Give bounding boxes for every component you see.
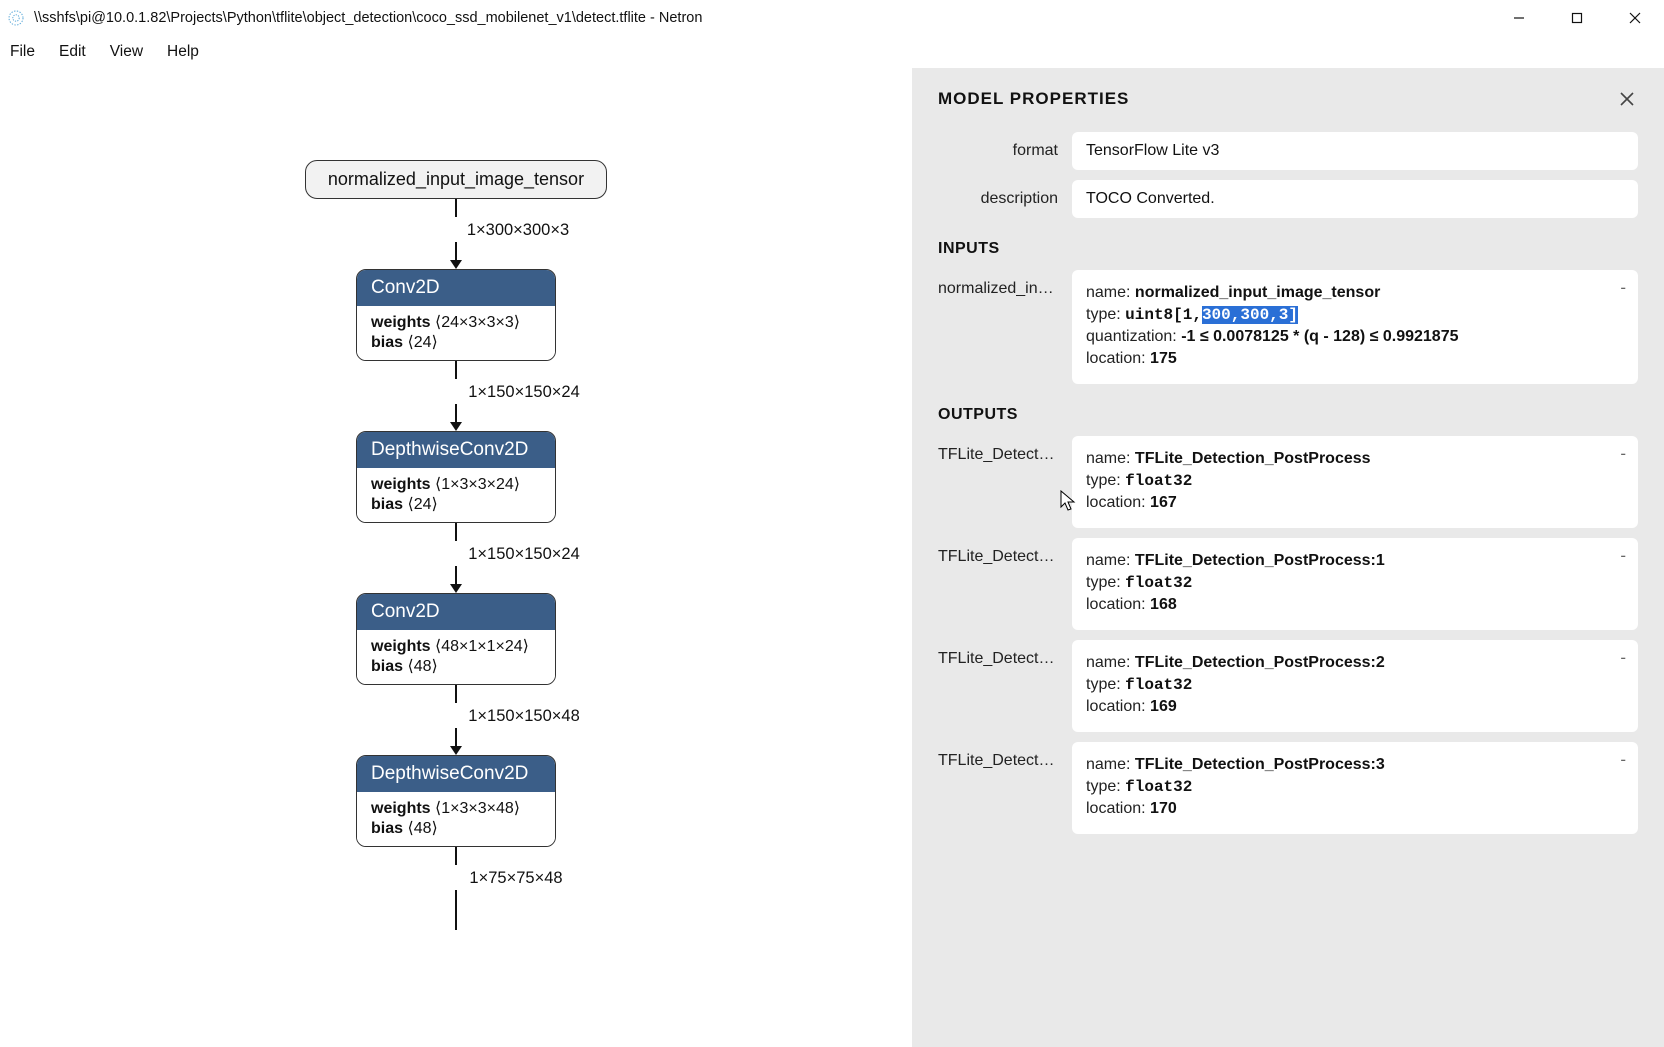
prop-row-description: description TOCO Converted. <box>938 180 1638 218</box>
tensor-label: TFLite_Detection_... <box>938 742 1072 770</box>
collapse-icon[interactable]: - <box>1620 278 1626 298</box>
section-outputs: OUTPUTS <box>938 406 1638 424</box>
collapse-icon[interactable]: - <box>1620 750 1626 770</box>
graph-edge: 1×150×150×24 <box>400 523 512 593</box>
tensor-detail[interactable]: - name: TFLite_Detection_PostProcess:3 t… <box>1072 742 1638 834</box>
graph-edge: 1×75×75×48 <box>409 847 502 930</box>
tensor-row-output: TFLite_Detection_... - name: TFLite_Dete… <box>938 742 1638 834</box>
section-inputs: INPUTS <box>938 240 1638 258</box>
app-icon <box>6 8 26 28</box>
panel-close-button[interactable] <box>1616 88 1638 110</box>
graph-op-node[interactable]: Conv2D weights ⟨24×3×3×3⟩ bias ⟨24⟩ <box>356 269 556 361</box>
window-title: \\sshfs\pi@10.0.1.82\Projects\Python\tfl… <box>34 10 702 26</box>
graph-canvas[interactable]: normalized_input_image_tensor 1×300×300×… <box>0 68 912 1047</box>
graph-op-node[interactable]: Conv2D weights ⟨48×1×1×24⟩ bias ⟨48⟩ <box>356 593 556 685</box>
collapse-icon[interactable]: - <box>1620 444 1626 464</box>
properties-panel: MODEL PROPERTIES format TensorFlow Lite … <box>912 68 1664 1047</box>
edge-label: 1×75×75×48 <box>469 869 562 887</box>
prop-label: description <box>938 180 1072 208</box>
graph-op-node[interactable]: DepthwiseConv2D weights ⟨1×3×3×48⟩ bias … <box>356 755 556 847</box>
prop-label: format <box>938 132 1072 160</box>
op-title: DepthwiseConv2D <box>357 432 555 468</box>
tensor-label: TFLite_Detection_... <box>938 436 1072 464</box>
tensor-row-output: TFLite_Detection_... - name: TFLite_Dete… <box>938 538 1638 630</box>
op-title: Conv2D <box>357 270 555 306</box>
tensor-detail[interactable]: - name: TFLite_Detection_PostProcess:1 t… <box>1072 538 1638 630</box>
tensor-row-output: TFLite_Detection_... - name: TFLite_Dete… <box>938 436 1638 528</box>
graph-edge: 1×300×300×3 <box>405 199 507 269</box>
tensor-detail[interactable]: - name: TFLite_Detection_PostProcess:2 t… <box>1072 640 1638 732</box>
prop-row-format: format TensorFlow Lite v3 <box>938 132 1638 170</box>
window-controls <box>1490 0 1664 36</box>
menu-view[interactable]: View <box>110 43 143 61</box>
edge-label: 1×300×300×3 <box>467 221 569 239</box>
menu-file[interactable]: File <box>10 43 35 61</box>
minimize-button[interactable] <box>1490 0 1548 36</box>
edge-label: 1×150×150×24 <box>468 545 580 563</box>
maximize-button[interactable] <box>1548 0 1606 36</box>
close-icon <box>1619 91 1635 107</box>
edge-label: 1×150×150×24 <box>468 383 580 401</box>
prop-value[interactable]: TOCO Converted. <box>1072 180 1638 218</box>
op-title: DepthwiseConv2D <box>357 756 555 792</box>
menubar: File Edit View Help <box>0 36 1664 68</box>
close-button[interactable] <box>1606 0 1664 36</box>
tensor-row-input: normalized_input... - name: normalized_i… <box>938 270 1638 384</box>
graph-edge: 1×150×150×48 <box>400 685 512 755</box>
tensor-label: normalized_input... <box>938 270 1072 298</box>
menu-edit[interactable]: Edit <box>59 43 86 61</box>
graph-edge: 1×150×150×24 <box>400 361 512 431</box>
menu-help[interactable]: Help <box>167 43 199 61</box>
graph-op-node[interactable]: DepthwiseConv2D weights ⟨1×3×3×24⟩ bias … <box>356 431 556 523</box>
edge-label: 1×150×150×48 <box>468 707 580 725</box>
tensor-detail[interactable]: - name: TFLite_Detection_PostProcess typ… <box>1072 436 1638 528</box>
tensor-row-output: TFLite_Detection_... - name: TFLite_Dete… <box>938 640 1638 732</box>
graph-input-node[interactable]: normalized_input_image_tensor <box>305 160 607 199</box>
panel-title: MODEL PROPERTIES <box>938 89 1129 109</box>
tensor-detail[interactable]: - name: normalized_input_image_tensor ty… <box>1072 270 1638 384</box>
op-title: Conv2D <box>357 594 555 630</box>
tensor-label: TFLite_Detection_... <box>938 640 1072 668</box>
collapse-icon[interactable]: - <box>1620 648 1626 668</box>
tensor-label: TFLite_Detection_... <box>938 538 1072 566</box>
prop-value[interactable]: TensorFlow Lite v3 <box>1072 132 1638 170</box>
titlebar: \\sshfs\pi@10.0.1.82\Projects\Python\tfl… <box>0 0 1664 36</box>
collapse-icon[interactable]: - <box>1620 546 1626 566</box>
